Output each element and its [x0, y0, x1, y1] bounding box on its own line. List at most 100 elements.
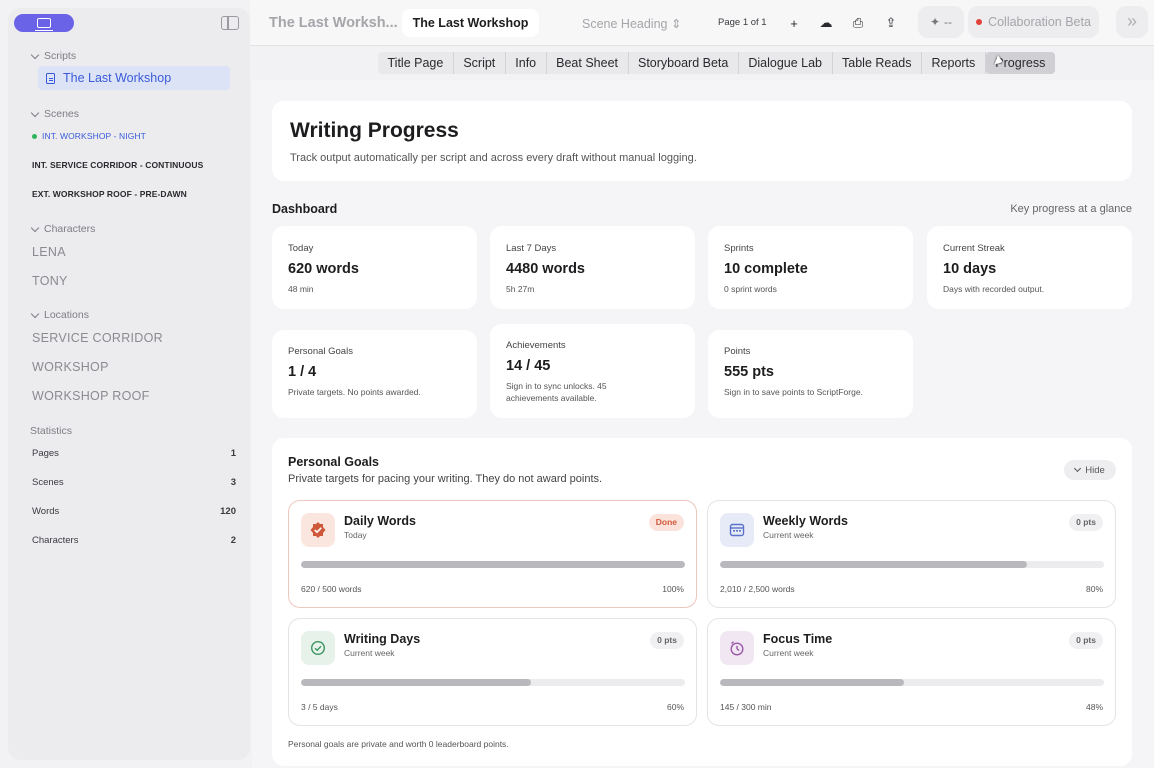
tab-storyboard[interactable]: Storyboard Beta — [629, 52, 739, 74]
script-title-tab[interactable]: The Last Workshop — [402, 9, 539, 37]
chevron-down-icon — [30, 223, 40, 232]
sidebar-toggle-icon[interactable] — [221, 16, 239, 30]
app-home-button[interactable] — [14, 14, 74, 32]
goal-progress-fill — [720, 679, 905, 686]
goal-progress-fill — [720, 561, 1028, 568]
goal-points-badge: 0 pts — [1069, 514, 1103, 531]
goal-progress-bar — [301, 679, 685, 686]
view-tabs: Title Page Script Info Beat Sheet Storyb… — [378, 52, 1055, 74]
goal-points-badge: 0 pts — [1069, 632, 1103, 649]
print-icon[interactable]: ⎙ — [851, 15, 865, 30]
share-icon[interactable]: ⇪ — [884, 15, 898, 30]
statistics-header: Statistics — [30, 425, 73, 437]
stat-note: Days with recorded output. — [943, 284, 1045, 294]
stat-label: Current Streak — [943, 243, 1005, 254]
updown-icon: ⇕ — [670, 17, 682, 31]
ai-assist-button[interactable]: ✦ -- — [918, 6, 964, 38]
goal-progress-bar — [301, 561, 685, 568]
sidebar: Scripts The Last Workshop Scenes INT. WO… — [8, 8, 250, 760]
sidebar-item-script[interactable]: The Last Workshop — [38, 66, 230, 90]
goal-name: Focus Time — [763, 632, 833, 646]
goal-card-focus-time[interactable]: Focus Time Current week 0 pts 145 / 300 … — [707, 618, 1116, 726]
tab-reports[interactable]: Reports — [922, 52, 986, 74]
stat-value: 555 pts — [724, 364, 774, 380]
goal-percent: 80% — [1085, 584, 1103, 594]
location-item[interactable]: SERVICE CORRIDOR — [32, 331, 163, 345]
tab-dialogue-lab[interactable]: Dialogue Lab — [739, 52, 833, 74]
goal-name: Writing Days — [344, 632, 421, 646]
status-dot-icon — [976, 19, 983, 25]
stat-label: Today — [288, 243, 314, 254]
page-indicator: Page 1 of 1 — [718, 17, 767, 28]
tab-info[interactable]: Info — [506, 52, 547, 74]
cloud-icon[interactable]: ☁ — [819, 15, 833, 30]
character-item[interactable]: LENA — [32, 245, 66, 259]
goal-name: Weekly Words — [763, 514, 848, 528]
scene-item[interactable]: EXT. WORKSHOP ROOF - PRE-DAWN — [32, 189, 187, 199]
dashboard-caption: Key progress at a glance — [1010, 203, 1132, 215]
stat-row: Pages 1 — [32, 448, 236, 459]
goal-card-weekly-words[interactable]: Weekly Words Current week 0 pts 2,010 / … — [707, 500, 1116, 608]
personal-goals-title: Personal Goals — [288, 455, 380, 469]
tab-table-reads[interactable]: Table Reads — [833, 52, 923, 74]
chevron-down-icon — [30, 108, 40, 117]
goal-card-writing-days[interactable]: Writing Days Current week 0 pts 3 / 5 da… — [288, 618, 697, 726]
collaboration-button[interactable]: Collaboration Beta — [968, 6, 1099, 38]
goal-progress-text: 145 / 300 min — [720, 702, 772, 712]
goal-progress-fill — [301, 679, 532, 686]
goal-name: Daily Words — [344, 514, 417, 528]
stat-note: 48 min — [288, 284, 314, 294]
goal-status-badge: Done — [648, 514, 684, 531]
personal-goals-subtitle: Private targets for pacing your writing.… — [288, 473, 603, 485]
stat-value: 4480 words — [506, 261, 585, 277]
goal-progress-text: 620 / 500 words — [301, 584, 362, 594]
top-toolbar: The Last Worksh... The Last Workshop Sce… — [250, 0, 1154, 46]
scene-item[interactable]: INT. WORKSHOP - NIGHT — [32, 131, 146, 141]
stat-row: Words 120 — [32, 506, 236, 517]
goal-period: Today — [344, 530, 367, 540]
goal-percent: 100% — [662, 584, 684, 594]
goal-percent: 60% — [666, 702, 684, 712]
tab-script[interactable]: Script — [454, 52, 506, 74]
add-icon[interactable]: + — [787, 16, 801, 31]
scene-item[interactable]: INT. SERVICE CORRIDOR - CONTINUOUS — [32, 160, 203, 170]
dashboard-title: Dashboard — [272, 202, 338, 216]
goal-progress-bar — [720, 679, 1104, 686]
stat-value: 10 days — [943, 261, 997, 277]
badge-check-icon — [301, 513, 335, 547]
stat-label: Personal Goals — [288, 346, 353, 357]
hide-button[interactable]: Hide — [1064, 460, 1116, 480]
locations-header[interactable]: Locations — [30, 309, 89, 321]
tab-beat-sheet[interactable]: Beat Sheet — [547, 52, 629, 74]
personal-goals-footnote: Personal goals are private and worth 0 l… — [288, 739, 509, 749]
double-chevron-right-icon[interactable]: » — [1116, 6, 1148, 38]
stat-value: 1 / 4 — [288, 364, 317, 380]
goal-progress-text: 2,010 / 2,500 words — [720, 584, 795, 594]
chevron-down-icon — [1074, 464, 1082, 473]
page-title: Writing Progress — [290, 119, 459, 142]
stat-row: Characters 2 — [32, 535, 236, 546]
scene-format-select[interactable]: Scene Heading ⇕ — [582, 16, 681, 31]
stat-label: Points — [724, 346, 751, 357]
goal-progress-fill — [301, 561, 685, 568]
character-item[interactable]: TONY — [32, 274, 68, 288]
stat-value: 14 / 45 — [506, 358, 551, 374]
calendar-icon — [720, 513, 754, 547]
script-title-dim[interactable]: The Last Worksh... — [269, 15, 398, 31]
stat-label: Sprints — [724, 243, 754, 254]
scenes-header[interactable]: Scenes — [30, 108, 79, 120]
location-item[interactable]: WORKSHOP — [32, 360, 109, 374]
stat-note: 0 sprint words — [724, 284, 777, 294]
stat-label: Last 7 Days — [506, 243, 557, 254]
location-item[interactable]: WORKSHOP ROOF — [32, 389, 150, 403]
tab-title-page[interactable]: Title Page — [378, 52, 454, 74]
stat-row: Scenes 3 — [32, 477, 236, 488]
goal-progress-text: 3 / 5 days — [301, 702, 338, 712]
goal-period: Current week — [763, 648, 814, 658]
page-subtitle: Track output automatically per script an… — [290, 152, 697, 164]
goal-card-daily-words[interactable]: Daily Words Today Done 620 / 500 words 1… — [288, 500, 697, 608]
check-circle-icon — [301, 631, 335, 665]
chevron-down-icon — [30, 309, 40, 318]
scripts-header[interactable]: Scripts — [30, 50, 76, 62]
characters-header[interactable]: Characters — [30, 223, 95, 235]
